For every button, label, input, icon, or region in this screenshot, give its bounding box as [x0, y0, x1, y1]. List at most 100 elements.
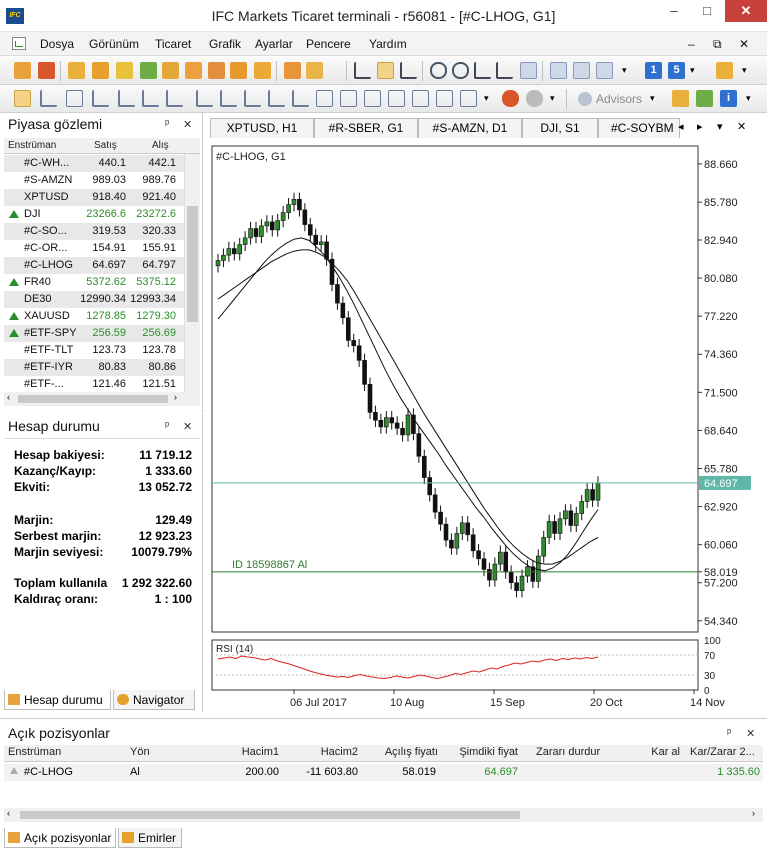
tab-account[interactable]: Hesap durumu: [4, 690, 111, 710]
history-icon[interactable]: [208, 62, 225, 79]
alert-icon[interactable]: [230, 62, 247, 79]
one-click-5-button[interactable]: 5: [668, 62, 685, 79]
close-icon[interactable]: ✕: [183, 420, 192, 433]
toolbar-overflow-icon[interactable]: ▾: [550, 93, 555, 104]
doc-close-button[interactable]: ✕: [739, 37, 749, 51]
price-label-icon[interactable]: [460, 90, 477, 107]
market-watch-row[interactable]: #C-SO... 319.53 320.33: [4, 223, 200, 240]
arc-icon[interactable]: [244, 90, 261, 107]
maximize-button[interactable]: □: [691, 0, 723, 22]
volume-icon[interactable]: [573, 62, 590, 79]
market-watch-row[interactable]: #S-AMZN 989.03 989.76: [4, 172, 200, 189]
market-watch-row[interactable]: DJI 23266.6 23272.6: [4, 206, 200, 223]
grid-icon[interactable]: [550, 62, 567, 79]
bar-chart-icon[interactable]: [354, 62, 371, 79]
tab-r-sber[interactable]: #R-SBER, G1: [314, 118, 418, 138]
unlock-icon[interactable]: [306, 62, 323, 79]
channel-icon[interactable]: [142, 90, 159, 107]
fibonacci-icon[interactable]: [166, 90, 183, 107]
print-icon[interactable]: [672, 90, 689, 107]
menu-pencere[interactable]: Pencere: [306, 37, 351, 51]
tab-xptusd[interactable]: XPTUSD, H1: [210, 118, 314, 138]
report-icon[interactable]: [68, 62, 85, 79]
pencil-icon[interactable]: [196, 90, 213, 107]
pitchfork-icon[interactable]: [292, 90, 309, 107]
pin-icon[interactable]: ᵖ: [165, 420, 169, 432]
scroll-left-icon[interactable]: ‹: [7, 392, 10, 402]
line-chart-icon[interactable]: [400, 62, 417, 79]
news-icon[interactable]: [116, 62, 133, 79]
advisors-label[interactable]: Advisors: [596, 92, 642, 106]
tab-scroll-right-icon[interactable]: ▸: [697, 120, 703, 133]
market-watch-row[interactable]: #C-LHOG 64.697 64.797: [4, 257, 200, 274]
market-watch-row[interactable]: #C-OR... 154.91 155.91: [4, 240, 200, 257]
info-icon[interactable]: i: [720, 90, 737, 107]
close-icon[interactable]: ✕: [183, 118, 192, 131]
market-watch-row[interactable]: FR40 5372.62 5375.12: [4, 274, 200, 291]
arrow-icon[interactable]: [436, 90, 453, 107]
scroll-right-icon[interactable]: ›: [174, 392, 177, 402]
column-open-price[interactable]: Açılış fiyatı: [368, 746, 438, 762]
text-icon[interactable]: [388, 90, 405, 107]
close-window-button[interactable]: ✕: [725, 0, 767, 22]
toolbar-overflow-icon[interactable]: ▾: [622, 65, 627, 76]
menu-grafik[interactable]: Grafik: [209, 37, 241, 51]
market-watch-row[interactable]: #ETF-TLT 123.73 123.78: [4, 342, 200, 359]
column-instrument[interactable]: Enstrüman: [8, 746, 61, 762]
document-icon[interactable]: [12, 37, 26, 50]
scrollbar-thumb[interactable]: [187, 206, 198, 322]
rectangle-icon[interactable]: [316, 90, 333, 107]
close-icon[interactable]: ✕: [746, 727, 755, 740]
column-stop-loss[interactable]: Zararı durdur: [536, 746, 600, 762]
column-ask[interactable]: Alış: [152, 140, 169, 151]
column-current-price[interactable]: Şimdiki fiyat: [446, 746, 518, 762]
experts-icon[interactable]: [502, 90, 519, 107]
price-chart[interactable]: 88.660 85.780 82.940 80.080 77.220 74.360 71.5…: [204, 138, 767, 713]
chart-shift-icon[interactable]: [496, 62, 513, 79]
column-instrument[interactable]: Enstrüman: [8, 140, 56, 151]
scrollbar-thumb[interactable]: [18, 395, 168, 403]
zoom-out-icon[interactable]: [452, 62, 469, 79]
settings-icon[interactable]: [92, 62, 109, 79]
trend-line-icon[interactable]: [118, 90, 135, 107]
scroll-left-icon[interactable]: ‹: [7, 808, 10, 818]
diamond-icon[interactable]: [140, 62, 157, 79]
screenshot-icon[interactable]: [696, 90, 713, 107]
doc-minimize-button[interactable]: –: [688, 37, 695, 51]
tab-dji[interactable]: DJI, S1: [522, 118, 598, 138]
pin-icon[interactable]: ᵖ: [727, 727, 731, 739]
column-direction[interactable]: Yön: [130, 746, 150, 762]
crosshair-icon[interactable]: [40, 90, 57, 107]
ellipse-icon[interactable]: [340, 90, 357, 107]
column-pnl[interactable]: Kar/Zarar 2...: [690, 746, 755, 762]
menu-dosya[interactable]: Dosya: [40, 37, 74, 51]
column-volume1[interactable]: Hacim1: [215, 746, 279, 762]
tab-s-amzn[interactable]: #S-AMZN, D1: [418, 118, 522, 138]
journal-icon[interactable]: [254, 62, 271, 79]
pin-icon[interactable]: ᵖ: [165, 118, 169, 130]
lock-icon[interactable]: [284, 62, 301, 79]
tab-c-soybm[interactable]: #C-SOYBM: [598, 118, 680, 138]
tab-orders[interactable]: Emirler: [118, 828, 182, 848]
label-icon[interactable]: [412, 90, 429, 107]
toolbar-overflow-icon[interactable]: ▾: [746, 93, 751, 104]
autoscroll-icon[interactable]: [474, 62, 491, 79]
market-watch-row[interactable]: #C-WH... 440.1 442.1: [4, 155, 200, 172]
menu-yardim[interactable]: Yardım: [369, 37, 407, 51]
market-watch-row[interactable]: XPTUSD 918.40 921.40: [4, 189, 200, 206]
market-watch-scrollbar[interactable]: [184, 154, 200, 394]
candlestick-chart-icon[interactable]: [377, 62, 394, 79]
market-watch-row[interactable]: XAUUSD 1278.85 1279.30: [4, 308, 200, 325]
scroll-right-icon[interactable]: ›: [752, 808, 755, 818]
orders-icon[interactable]: [185, 62, 202, 79]
minimize-button[interactable]: –: [658, 0, 690, 22]
tab-navigator[interactable]: Navigator: [113, 690, 195, 710]
tab-list-icon[interactable]: ▾: [717, 120, 723, 133]
market-watch-row[interactable]: #ETF-... 121.46 121.51: [4, 376, 200, 393]
horizontal-line-icon[interactable]: [92, 90, 109, 107]
menu-ayarlar[interactable]: Ayarlar: [255, 37, 293, 51]
market-watch-hscrollbar[interactable]: ‹ ›: [4, 392, 200, 406]
scrollbar-thumb[interactable]: [20, 811, 520, 819]
new-order-icon[interactable]: [14, 62, 31, 79]
market-watch-row[interactable]: #ETF-IYR 80.83 80.86: [4, 359, 200, 376]
